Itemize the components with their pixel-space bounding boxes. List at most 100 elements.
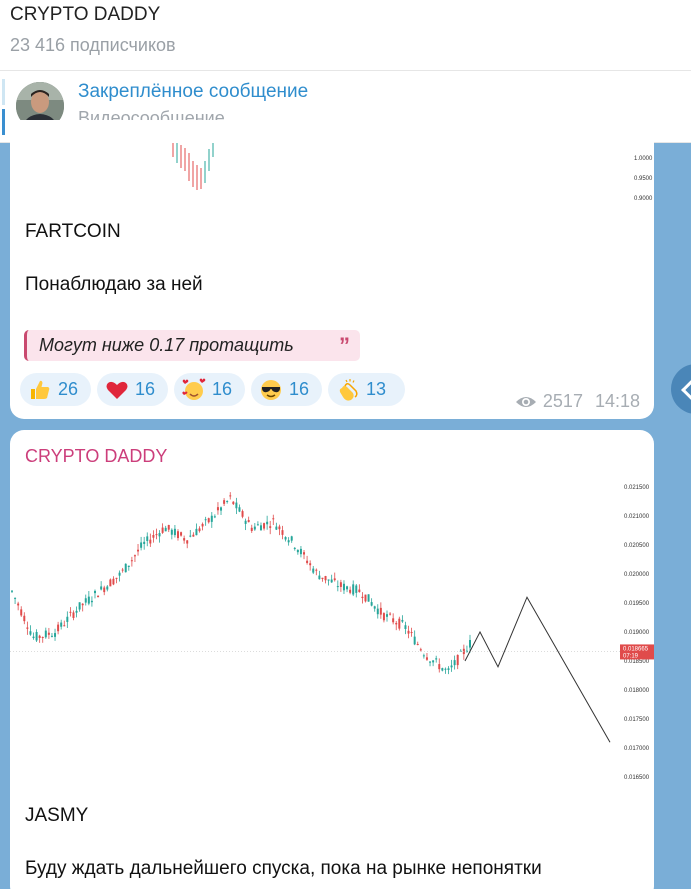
- candle-body: [130, 560, 133, 562]
- candle-body: [216, 507, 219, 511]
- candle-body: [223, 500, 226, 504]
- clapping-hands-icon: [339, 378, 358, 401]
- candle-body: [124, 563, 127, 573]
- candle-body: [435, 658, 438, 660]
- message-bubble[interactable]: 1.0000 0.9500 0.9000 FARTCOIN Понаблюдаю…: [10, 120, 654, 419]
- message-ticker: JASMY: [25, 805, 89, 826]
- candle-body: [90, 600, 93, 603]
- candle-body: [204, 519, 207, 521]
- candle-body: [450, 665, 453, 668]
- candle-body: [290, 536, 293, 541]
- candle-body: [342, 583, 345, 591]
- candle-body: [392, 618, 395, 623]
- candle-body: [75, 610, 78, 613]
- reaction-clap[interactable]: 13: [328, 373, 405, 406]
- candle-body: [413, 636, 416, 645]
- candle-body: [361, 596, 364, 599]
- price-chart[interactable]: 0.021500 0.021000 0.020500 0.020000 0.019500…: [10, 477, 654, 797]
- candle-body: [269, 526, 272, 528]
- candle-body: [106, 586, 109, 590]
- message-ticker: FARTCOIN: [25, 221, 121, 242]
- candle-body: [410, 632, 413, 634]
- candle-body: [29, 631, 32, 635]
- candle-body: [441, 668, 444, 671]
- pinned-indicator: [2, 79, 5, 135]
- candle-body: [373, 606, 376, 609]
- sender-name[interactable]: CRYPTO DADDY: [25, 446, 167, 467]
- candle-body: [213, 516, 216, 518]
- y-tick-label: 0.017500: [624, 717, 650, 723]
- pinned-title: Закреплённое сообщение: [78, 81, 309, 102]
- candle-body: [226, 501, 229, 503]
- reaction-count: 16: [289, 379, 310, 399]
- candle-body: [180, 532, 183, 536]
- channel-title[interactable]: CRYPTO DADDY: [10, 4, 160, 26]
- y-tick-label: 0.019500: [624, 601, 650, 607]
- candle-body: [453, 660, 456, 666]
- chevron-down-icon: [681, 380, 691, 400]
- reaction-count: 13: [366, 379, 387, 399]
- candle-body: [198, 528, 201, 532]
- candle-body: [176, 531, 179, 539]
- reaction-count: 16: [135, 379, 156, 399]
- tick-label: 0.9000: [634, 196, 653, 202]
- smiling-face-with-hearts-icon: [182, 378, 206, 400]
- channel-header[interactable]: CRYPTO DADDY 23 416 подписчиков: [0, 0, 691, 71]
- candle-body: [318, 575, 321, 580]
- candle-body: [97, 595, 100, 598]
- candle-body: [170, 529, 173, 535]
- candle-body: [100, 586, 103, 590]
- subscriber-count: 23 416 подписчиков: [10, 35, 176, 55]
- candle-body: [404, 625, 407, 629]
- candle-body: [309, 563, 312, 566]
- candle-body: [26, 627, 29, 629]
- candle-body: [244, 520, 247, 524]
- quote-text: Могут ниже 0.17 протащить: [39, 335, 294, 355]
- y-tick-label: 0.020500: [624, 543, 650, 549]
- candle-body: [23, 615, 26, 622]
- candle-body: [47, 632, 50, 635]
- candles: [172, 143, 214, 190]
- message-bubble[interactable]: CRYPTO DADDY 0.021500 0.021000 0.020500 0.0…: [10, 430, 654, 889]
- candle-body: [367, 594, 370, 602]
- candle-body: [210, 515, 213, 522]
- reaction-heart[interactable]: 16: [97, 373, 168, 406]
- candle-body: [146, 536, 149, 542]
- candle-body: [207, 518, 210, 523]
- candle-body: [183, 538, 186, 541]
- quote-block[interactable]: Могут ниже 0.17 протащить ”: [24, 330, 360, 361]
- candle-body: [84, 598, 87, 603]
- candle-body: [63, 625, 66, 627]
- candle-body: [272, 518, 275, 520]
- candle-body: [321, 577, 324, 579]
- projection-line: [464, 596, 611, 743]
- y-tick-label: 0.018000: [624, 688, 650, 694]
- candle-body: [444, 668, 447, 670]
- view-count: 2517: [542, 391, 583, 411]
- candle-body: [438, 664, 441, 670]
- candle-body: [266, 521, 269, 525]
- candle-body: [284, 537, 287, 540]
- scroll-down-button[interactable]: [671, 364, 691, 414]
- candle-body: [278, 526, 281, 530]
- candle-body: [275, 526, 278, 530]
- candle-body: [238, 507, 241, 512]
- y-tick-label: 0.016500: [624, 775, 650, 781]
- candle-body: [20, 609, 23, 616]
- candle-body: [315, 569, 318, 571]
- y-tick-label: 0.021000: [624, 514, 650, 520]
- candle-body: [186, 540, 189, 544]
- candle-body: [81, 603, 84, 606]
- candle-body: [382, 613, 385, 621]
- candle-body: [155, 534, 158, 536]
- reaction-smiling-hearts[interactable]: 16: [174, 373, 245, 406]
- candle-body: [333, 578, 336, 581]
- candle-body: [401, 619, 404, 622]
- sunglasses-face-icon: [261, 379, 281, 400]
- candle-body: [60, 622, 63, 627]
- reaction-thumbs-up[interactable]: 26: [20, 373, 91, 406]
- chart-image-fragment[interactable]: 1.0000 0.9500 0.9000: [10, 143, 654, 233]
- message-text: Понаблюдаю за ней: [25, 274, 203, 295]
- candle-body: [364, 594, 367, 602]
- reaction-sunglasses[interactable]: 16: [251, 373, 322, 406]
